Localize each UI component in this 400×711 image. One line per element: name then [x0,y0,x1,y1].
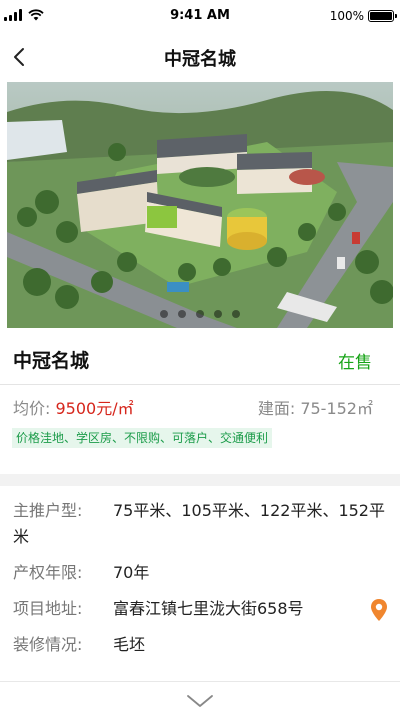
status-right: 100% [329,9,397,23]
divider [0,681,400,682]
title-row: 中冠名城 在售 [13,346,387,373]
carousel-dot[interactable] [196,310,204,318]
status-bar: 9:41 AM 100% [0,0,400,32]
details-list: 主推户型: 75平米、105平米、122平米、152平米 产权年限: 70年 项目地… [13,498,387,658]
layout-label: 主推户型: [13,501,83,520]
price-value: 9500元/㎡ [55,399,134,418]
detail-row-layout: 主推户型: 75平米、105平米、122平米、152平米 [13,498,387,550]
decoration-value: 毛坯 [113,635,146,654]
tenure-value: 70年 [113,563,150,582]
project-name: 中冠名城 [13,350,90,372]
battery-icon [368,10,397,22]
detail-row-decoration: 装修情况: 毛坯 [13,632,387,658]
price-label: 均价: [13,399,51,418]
carousel-dot[interactable] [178,310,186,318]
page-title: 中冠名城 [164,49,236,70]
carousel-dot[interactable] [160,310,168,318]
map-pin-icon[interactable] [369,598,389,622]
carousel-indicator [7,310,393,318]
price-row: 均价: 9500元/㎡ 建面: 75-152㎡ [13,395,387,419]
battery-percent: 100% [329,9,364,23]
status-badge: 在售 [338,353,372,373]
hero-carousel[interactable] [7,82,393,328]
area-value: 75-152㎡ [300,399,373,418]
feature-tags: 价格洼地、学区房、不限购、可落户、交通便利 [12,428,273,448]
divider [0,384,400,385]
nav-bar: 中冠名城 [0,32,400,82]
section-separator [0,474,400,486]
detail-row-tenure: 产权年限: 70年 [13,560,387,586]
detail-row-address[interactable]: 项目地址: 富春江镇七里泷大街658号 [13,596,387,622]
chevron-down-icon[interactable] [185,694,215,708]
decoration-label: 装修情况: [13,635,83,654]
area-group: 建面: 75-152㎡ [258,395,373,419]
address-label: 项目地址: [13,599,83,618]
address-value: 富春江镇七里泷大街658号 [113,599,304,618]
tenure-label: 产权年限: [13,563,83,582]
carousel-dot[interactable] [214,310,222,318]
area-label: 建面: [257,399,296,418]
campus-aerial-image [7,82,393,328]
carousel-dot[interactable] [232,310,240,318]
